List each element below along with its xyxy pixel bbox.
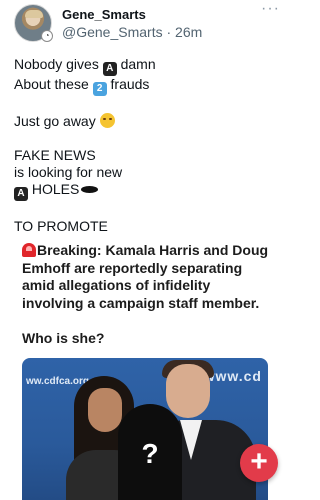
text-line-5: is looking for new — [14, 164, 123, 180]
post-image[interactable]: ww.cdfca.org www.cd ? — [22, 358, 268, 500]
text-line-2: About these 2 frauds — [14, 76, 276, 96]
silhouette-question-mark: ? — [141, 438, 159, 469]
text-line-7: TO PROMOTE — [14, 218, 108, 234]
post-header: ◔ Gene_Smarts @Gene_Smarts · 26m ··· — [14, 1, 284, 45]
hole-icon — [81, 186, 99, 193]
negative-squared-a-icon: A — [14, 187, 28, 201]
woman-face — [88, 388, 122, 432]
more-options-icon[interactable]: ··· — [261, 1, 280, 17]
text-segment: frauds — [106, 76, 150, 92]
post-time[interactable]: 26m — [175, 24, 202, 40]
text-segment: About these — [14, 76, 93, 92]
text-line-3: Just go away — [14, 113, 276, 130]
text-segment: Just go away — [14, 113, 100, 129]
handle-row: @Gene_Smarts · 26m — [62, 24, 202, 40]
text-line-6: A HOLES — [14, 181, 276, 201]
avatar-badge-icon: ◔ — [41, 30, 53, 42]
man-face — [166, 364, 210, 418]
police-light-icon — [22, 243, 36, 257]
author-handle[interactable]: @Gene_Smarts — [62, 24, 163, 40]
negative-squared-a-icon: A — [102, 62, 117, 76]
avatar-hair — [25, 10, 43, 18]
headline-text: Breaking: Kamala Harris and Doug Emhoff … — [22, 242, 269, 311]
compose-plus-icon[interactable]: + — [240, 444, 278, 482]
quoted-question: Who is she? — [22, 330, 105, 346]
quoted-headline: Breaking: Kamala Harris and Doug Emhoff … — [22, 242, 272, 312]
banner-text-left: ww.cdfca.org — [26, 376, 89, 387]
text-line-1: Nobody gives A damn — [14, 56, 276, 76]
separator-dot: · — [162, 24, 176, 40]
disappointed-relieved-face-icon — [99, 113, 115, 128]
text-segment: damn — [116, 56, 156, 72]
text-line-4: FAKE NEWS — [14, 147, 96, 163]
tweet-text: Nobody gives A damn About these 2 frauds… — [14, 56, 276, 235]
text-segment: HOLES — [28, 181, 80, 197]
author-name[interactable]: Gene_Smarts — [62, 7, 146, 22]
keycap-2-icon: 2 — [92, 82, 107, 96]
text-segment: Nobody gives — [14, 56, 103, 72]
